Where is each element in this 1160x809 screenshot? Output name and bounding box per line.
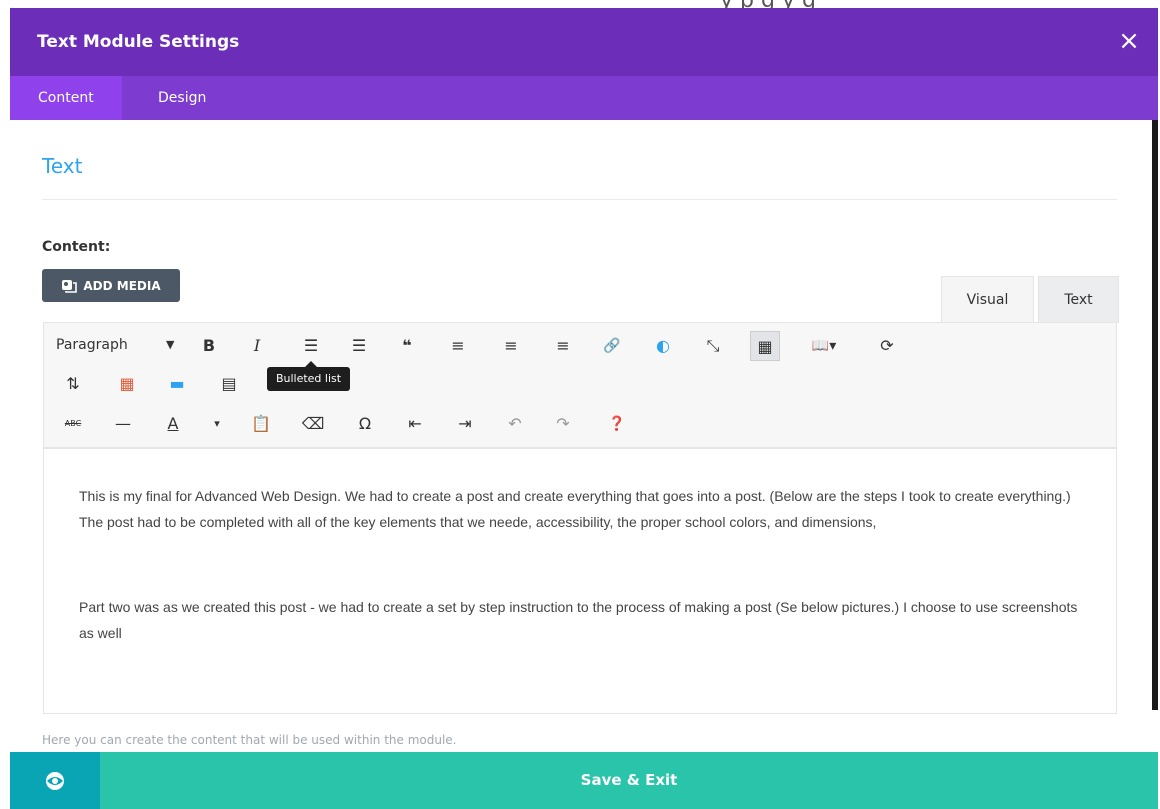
document-button[interactable]: ▤ [214, 369, 244, 399]
editor-tab-text[interactable]: Text [1038, 276, 1119, 323]
tooltip-bulleted-list: Bulleted list [267, 361, 350, 391]
align-left-button[interactable]: ≡ [443, 331, 473, 361]
toolbar-toggle-button[interactable]: ▦ [750, 331, 780, 361]
numbered-list-button[interactable]: ☰ [344, 331, 374, 361]
eye-icon [46, 771, 64, 790]
section-title: Text [42, 154, 83, 178]
color-grid-button[interactable]: ▦ [112, 369, 142, 399]
brand-button[interactable]: ◐ [648, 331, 678, 361]
book-dropdown-button[interactable]: 📖▾ [804, 331, 844, 361]
text-color-dropdown[interactable]: ▾ [202, 409, 232, 439]
align-center-button[interactable]: ≡ [496, 331, 526, 361]
modal-header: Text Module Settings × [10, 8, 1158, 76]
align-right-button[interactable]: ≡ [548, 331, 578, 361]
editor-toolbar: Paragraph ▼ B I ☰ ☰ ❝ ≡ ≡ ≡ 🔗 ◐ ⤡ ▦ 📖▾ ⟳… [43, 322, 1117, 448]
editor-paragraph: Part two was as we created this post - w… [79, 599, 1078, 641]
section-divider [42, 199, 1117, 200]
italic-button[interactable]: I [242, 331, 272, 361]
horizontal-line-button[interactable]: — [108, 409, 138, 439]
paste-text-button[interactable]: 📋 [246, 409, 276, 439]
helper-text: Here you can create the content that wil… [42, 733, 457, 747]
undo-button[interactable]: ↶ [500, 409, 530, 439]
fullscreen-button[interactable]: ⤡ [698, 331, 728, 361]
insert-link-button[interactable]: 🔗 [597, 331, 627, 361]
scrollbar[interactable] [1152, 120, 1158, 710]
tab-design[interactable]: Design [130, 76, 234, 120]
editor-content-area[interactable]: This is my final for Advanced Web Design… [43, 448, 1117, 714]
special-character-button[interactable]: Ω [350, 409, 380, 439]
close-button[interactable]: × [1114, 26, 1144, 56]
tab-content[interactable]: Content [10, 76, 122, 120]
settings-tabbar: Content Design [10, 76, 1158, 120]
content-label: Content: [42, 239, 111, 255]
add-media-icon [62, 279, 78, 293]
modal-title: Text Module Settings [37, 32, 240, 52]
toolbar-row-1: B I ☰ ☰ ❝ ≡ ≡ ≡ 🔗 ◐ ⤡ ▦ 📖▾ ⟳ [44, 331, 1118, 371]
add-media-button[interactable]: ADD MEDIA [42, 269, 180, 302]
toolbar-row-3: ABC — A ▾ 📋 ⌫ Ω ⇤ ⇥ ↶ ↷ ❓ [44, 409, 1118, 449]
outdent-button[interactable]: ⇤ [400, 409, 430, 439]
sort-button[interactable]: ⇅ [58, 369, 88, 399]
background-page-strip: y p g y g [0, 0, 1160, 8]
editor-tab-visual[interactable]: Visual [941, 276, 1034, 323]
bold-button[interactable]: B [194, 331, 224, 361]
refresh-button[interactable]: ⟳ [872, 331, 902, 361]
preview-button[interactable] [10, 752, 100, 809]
text-color-button[interactable]: A [158, 409, 188, 439]
toolbar-row-2: ⇅ ▦ ▬ ▤ [44, 369, 444, 409]
add-media-label: ADD MEDIA [83, 278, 161, 293]
indent-button[interactable]: ⇥ [450, 409, 480, 439]
bulleted-list-button[interactable]: ☰ [296, 331, 326, 361]
clear-formatting-button[interactable]: ⌫ [298, 409, 328, 439]
strikethrough-button[interactable]: ABC [58, 409, 88, 439]
save-exit-button[interactable]: Save & Exit [100, 752, 1158, 809]
help-button[interactable]: ❓ [602, 409, 632, 439]
editor-paragraph: This is my final for Advanced Web Design… [79, 488, 1071, 530]
redo-button[interactable]: ↷ [548, 409, 578, 439]
blockquote-button[interactable]: ❝ [392, 331, 422, 361]
stack-button[interactable]: ▬ [162, 369, 192, 399]
